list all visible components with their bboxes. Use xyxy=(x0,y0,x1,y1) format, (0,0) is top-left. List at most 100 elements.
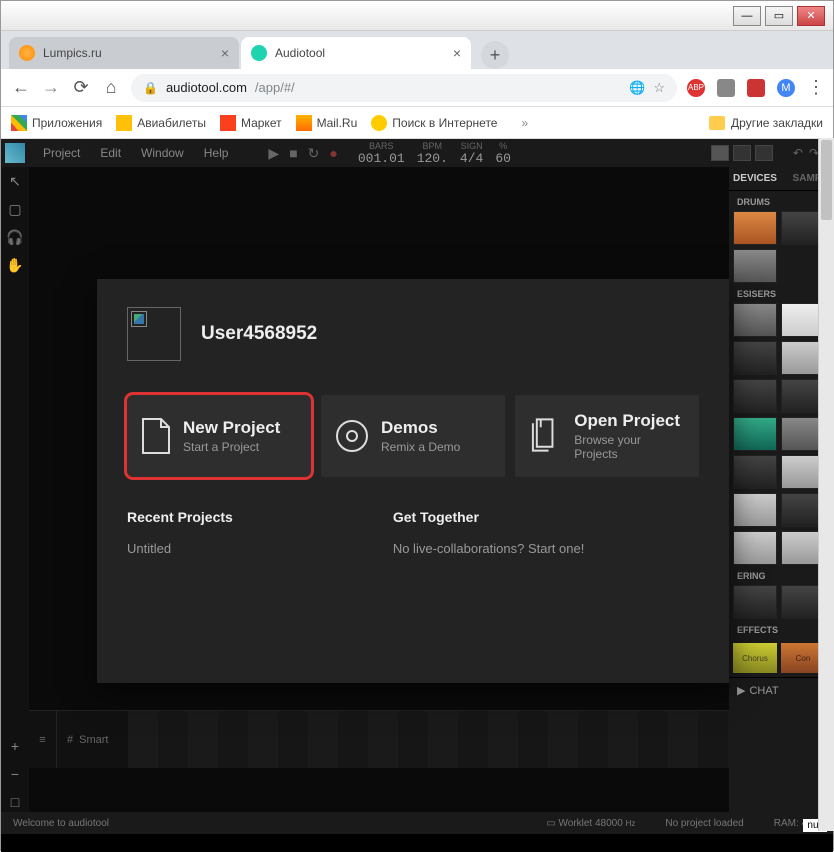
device-thumb[interactable] xyxy=(733,417,777,451)
device-thumb[interactable] xyxy=(733,211,777,245)
bookmark-item[interactable]: Поиск в Интернете xyxy=(371,115,497,131)
menu-edit[interactable]: Edit xyxy=(90,146,131,160)
counter-label: BARS xyxy=(369,141,394,151)
action-title: New Project xyxy=(183,418,280,438)
device-thumb[interactable] xyxy=(733,531,777,565)
select-tool[interactable]: ▢ xyxy=(6,201,24,219)
view-button[interactable] xyxy=(755,145,773,161)
undo-button[interactable]: ↶ xyxy=(793,146,803,160)
device-thumb[interactable] xyxy=(733,493,777,527)
recent-item[interactable]: Untitled xyxy=(127,541,233,556)
browser-menu-button[interactable]: ⋮ xyxy=(807,77,823,98)
new-tab-button[interactable]: + xyxy=(481,41,509,69)
bars-value[interactable]: 001.01 xyxy=(358,151,405,166)
bookmark-item[interactable]: Mail.Ru xyxy=(296,115,358,131)
vertical-scrollbar[interactable] xyxy=(818,138,834,831)
device-thumb[interactable] xyxy=(733,303,777,337)
forward-button[interactable]: → xyxy=(41,77,61,98)
home-button[interactable]: ⌂ xyxy=(101,77,121,98)
action-title: Open Project xyxy=(574,411,685,431)
close-tab-icon[interactable]: × xyxy=(221,45,229,61)
bookmark-item[interactable]: Авиабилеты xyxy=(116,115,206,131)
menu-project[interactable]: Project xyxy=(33,146,90,160)
device-thumb[interactable] xyxy=(733,341,777,375)
documents-icon xyxy=(529,417,562,455)
status-project: No project loaded xyxy=(665,818,743,829)
together-text[interactable]: No live-collaborations? Start one! xyxy=(393,541,585,556)
back-button[interactable]: ← xyxy=(11,77,31,98)
zoom-fit-button[interactable]: □ xyxy=(6,794,24,812)
pdf-icon[interactable] xyxy=(747,79,765,97)
recent-title: Recent Projects xyxy=(127,509,233,525)
browser-tab-strip: Lumpics.ru × Audiotool × + xyxy=(1,31,833,69)
status-bar: Welcome to audiotool ▭ Worklet 48000 Hz … xyxy=(1,812,833,834)
tracks-menu-icon[interactable]: ≡ xyxy=(39,734,45,746)
app-logo-icon[interactable] xyxy=(5,143,25,163)
translate-icon[interactable]: 🌐 xyxy=(629,80,645,96)
action-subtitle: Browse your Projects xyxy=(574,433,685,461)
menu-help[interactable]: Help xyxy=(194,146,239,160)
device-thumb[interactable] xyxy=(733,585,777,619)
star-icon[interactable]: ☆ xyxy=(653,80,665,96)
apps-bookmark[interactable]: Приложения xyxy=(11,115,102,131)
stop-button[interactable]: ■ xyxy=(289,145,297,161)
device-thumb[interactable] xyxy=(733,379,777,413)
bookmark-label: Приложения xyxy=(32,116,102,130)
open-project-button[interactable]: Open Project Browse your Projects xyxy=(515,395,699,477)
hand-tool[interactable]: ✋ xyxy=(6,257,24,275)
tracks-label: # Smart xyxy=(57,711,118,768)
device-thumb[interactable] xyxy=(733,249,777,283)
avatar[interactable] xyxy=(127,307,181,361)
status-worklet: ▭ Worklet 48000 Hz xyxy=(546,818,635,829)
apps-icon xyxy=(11,115,27,131)
view-mode-buttons xyxy=(711,145,773,161)
scrollbar-thumb[interactable] xyxy=(821,140,832,220)
tracks-timeline[interactable] xyxy=(128,711,729,768)
zoom-out-button[interactable]: − xyxy=(6,766,24,784)
new-project-button[interactable]: New Project Start a Project xyxy=(127,395,311,477)
menu-window[interactable]: Window xyxy=(131,146,194,160)
close-window-button[interactable]: ✕ xyxy=(797,6,825,26)
bookmark-item[interactable]: Маркет xyxy=(220,115,282,131)
zoom-in-button[interactable]: + xyxy=(6,738,24,756)
url-path: /app/#/ xyxy=(255,80,295,95)
sign-value[interactable]: 4/4 xyxy=(460,151,483,166)
pointer-tool[interactable]: ↖ xyxy=(6,173,24,191)
record-button[interactable]: ● xyxy=(329,145,337,161)
url-input[interactable]: 🔒 audiotool.com/app/#/ 🌐 ☆ xyxy=(131,74,677,102)
bookmark-label: Mail.Ru xyxy=(317,116,358,130)
tracks-panel: ≡ # Smart xyxy=(29,710,729,768)
bookmark-overflow[interactable]: » xyxy=(521,116,528,130)
browser-tab-audiotool[interactable]: Audiotool × xyxy=(241,37,471,69)
adblock-icon[interactable]: ABP xyxy=(687,79,705,97)
get-together-col: Get Together No live-collaborations? Sta… xyxy=(393,509,585,556)
tab-title: Lumpics.ru xyxy=(43,46,102,60)
bookmark-label: Маркет xyxy=(241,116,282,130)
effect-chorus[interactable]: Chorus xyxy=(733,643,777,673)
pct-value[interactable]: 60 xyxy=(495,151,511,166)
grid-icon[interactable]: # xyxy=(67,734,73,746)
counter-label: % xyxy=(499,141,507,151)
folder-icon xyxy=(709,116,725,130)
extension-icon[interactable] xyxy=(717,79,735,97)
play-button[interactable]: ▶ xyxy=(268,145,279,162)
maximize-button[interactable]: ▭ xyxy=(765,6,793,26)
bpm-value[interactable]: 120. xyxy=(417,151,448,166)
loop-button[interactable]: ↻ xyxy=(308,145,320,162)
audiotool-app: Project Edit Window Help ▶ ■ ↻ ● BARS001… xyxy=(1,139,833,852)
reload-button[interactable]: ⟳ xyxy=(71,77,91,98)
view-button[interactable] xyxy=(711,145,729,161)
demos-button[interactable]: Demos Remix a Demo xyxy=(321,395,505,477)
profile-avatar[interactable]: M xyxy=(777,79,795,97)
view-button[interactable] xyxy=(733,145,751,161)
action-subtitle: Start a Project xyxy=(183,440,280,454)
browser-tab-lumpics[interactable]: Lumpics.ru × xyxy=(9,37,239,69)
minimize-button[interactable]: — xyxy=(733,6,761,26)
favicon-icon xyxy=(251,45,267,61)
close-tab-icon[interactable]: × xyxy=(453,45,461,61)
status-welcome: Welcome to audiotool xyxy=(13,818,109,829)
headphones-tool[interactable]: 🎧 xyxy=(6,229,24,247)
device-thumb[interactable] xyxy=(733,455,777,489)
tab-devices[interactable]: DEVICES xyxy=(729,167,781,190)
other-bookmarks[interactable]: Другие закладки xyxy=(709,116,823,130)
